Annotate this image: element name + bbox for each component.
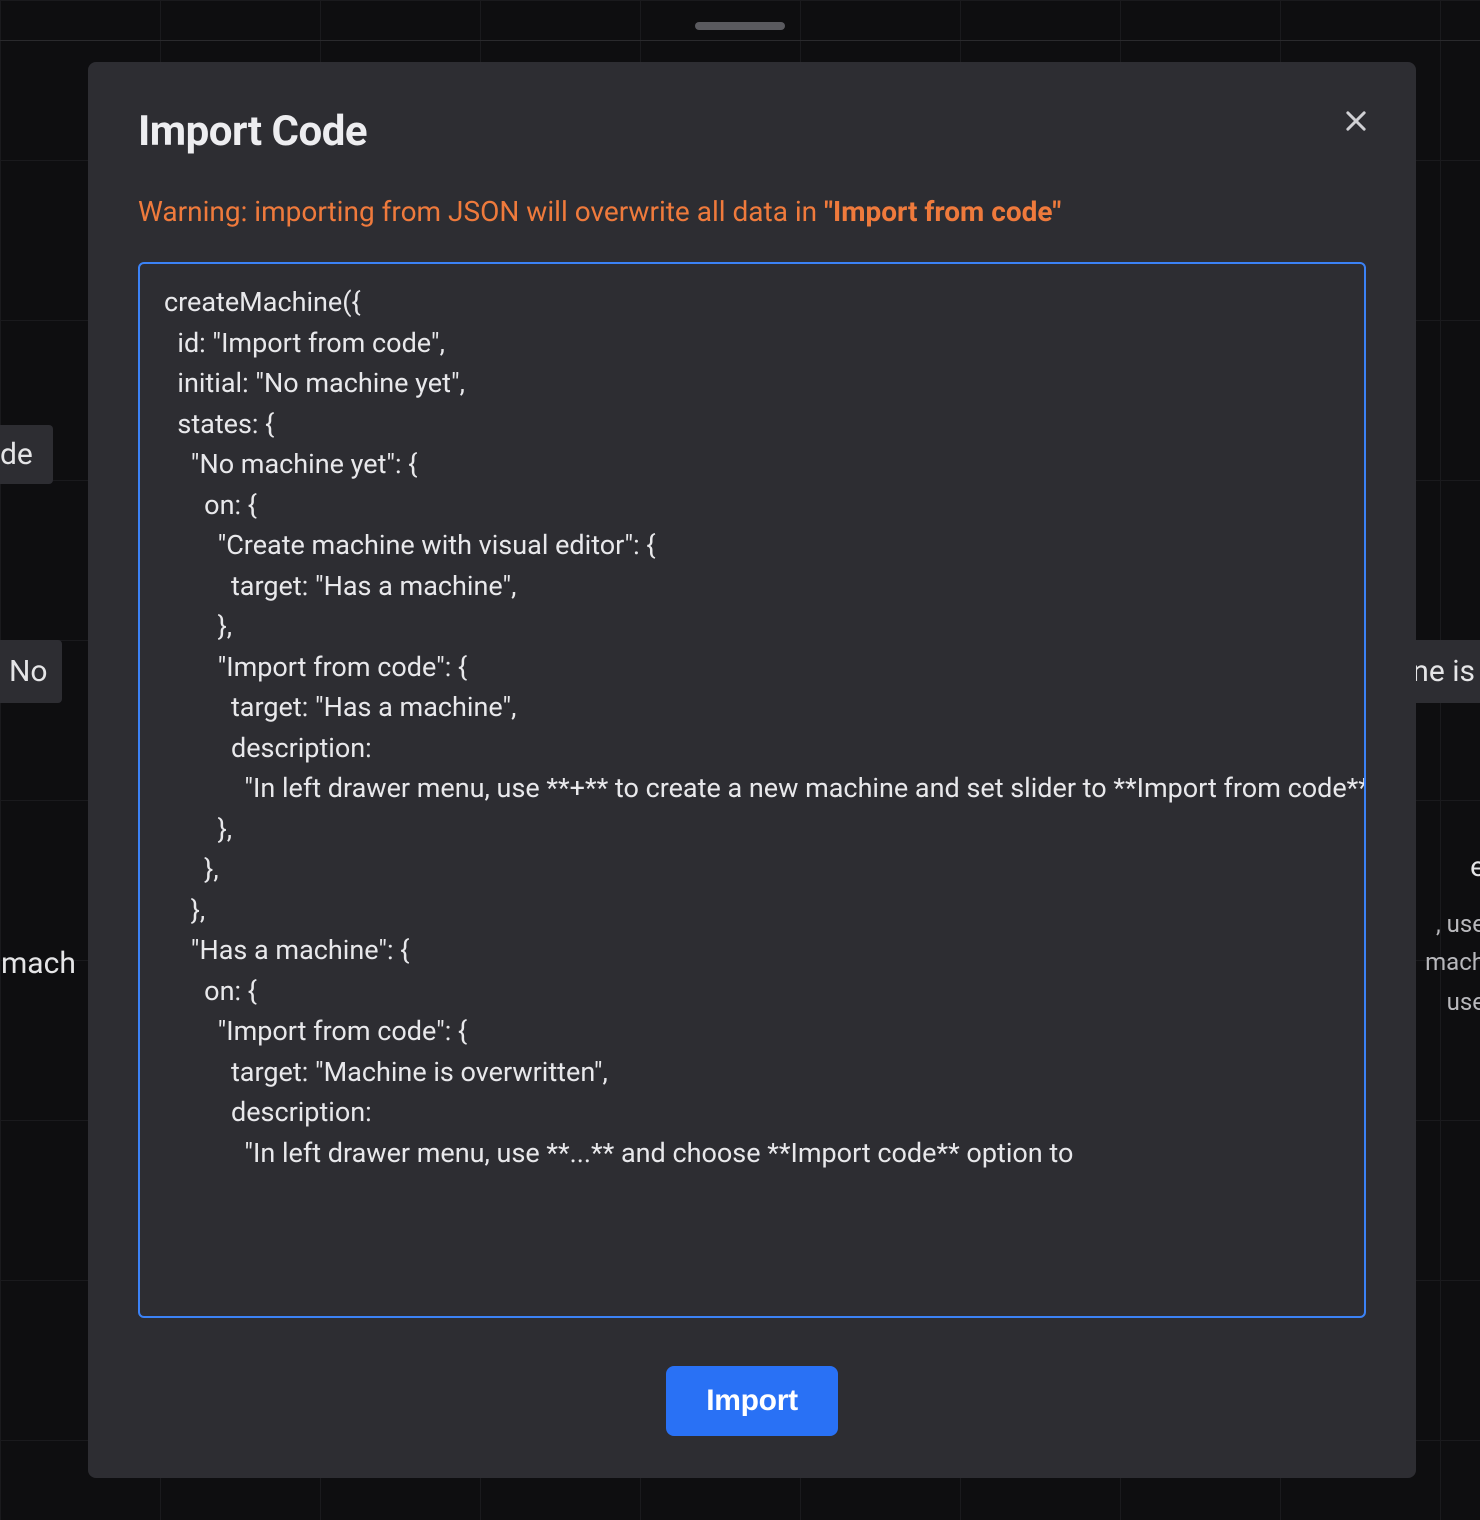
warning-target-name: "Import from code" — [824, 195, 1061, 228]
backdrop-text-fragment: use — [1447, 988, 1480, 1016]
warning-prefix: Warning: importing from JSON will overwr… — [138, 195, 824, 228]
backdrop-text-fragment: e — [1470, 850, 1480, 883]
warning-message: Warning: importing from JSON will overwr… — [138, 194, 1366, 230]
code-input[interactable] — [138, 262, 1366, 1318]
modal-header: Import Code — [138, 107, 1366, 156]
import-code-modal: Import Code Warning: importing from JSON… — [88, 62, 1416, 1478]
backdrop-text-fragment: mach — [0, 940, 82, 987]
backdrop-text-fragment: de — [0, 425, 53, 484]
drawer-border — [0, 40, 1480, 41]
import-button[interactable]: Import — [666, 1366, 838, 1436]
backdrop-text-fragment: , use — [1436, 910, 1480, 938]
backdrop-text-fragment: No — [0, 640, 62, 703]
close-icon — [1342, 107, 1370, 138]
drawer-drag-handle[interactable] — [695, 22, 785, 30]
modal-title: Import Code — [138, 107, 367, 156]
close-button[interactable] — [1338, 103, 1374, 142]
modal-footer: Import — [138, 1366, 1366, 1436]
backdrop-text-fragment: mach — [1425, 948, 1480, 976]
